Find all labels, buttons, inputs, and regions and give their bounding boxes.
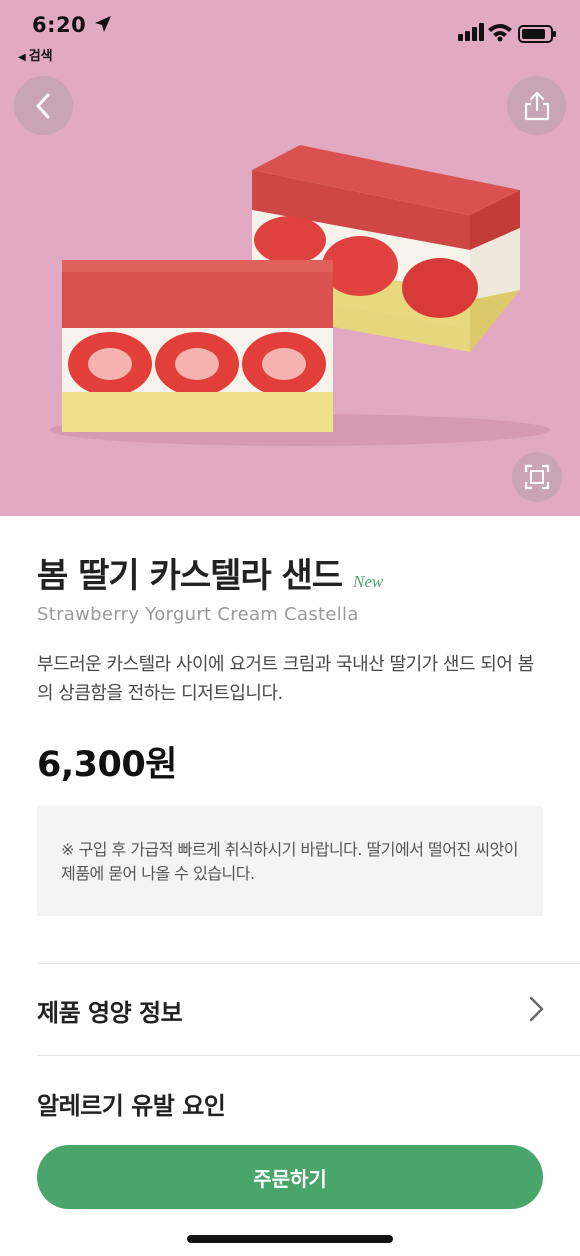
back-triangle-icon: ◀ (18, 52, 26, 63)
divider (37, 1055, 580, 1056)
notice-box: ※ 구입 후 가급적 빠르게 취식하시기 바랍니다. 딸기에서 떨어진 씨앗이 … (37, 806, 543, 916)
location-arrow-icon (95, 16, 111, 32)
share-icon (524, 91, 549, 120)
product-title: 봄 딸기 카스텔라 샌드 (37, 556, 343, 596)
battery-icon (518, 25, 556, 43)
home-indicator (187, 1235, 393, 1243)
status-time: 6:20 (32, 13, 87, 37)
back-button[interactable] (14, 76, 73, 135)
fullscreen-button[interactable] (512, 452, 562, 502)
wifi-icon (488, 24, 512, 42)
order-button[interactable]: 주문하기 (37, 1145, 543, 1209)
notice-text: ※ 구입 후 가급적 빠르게 취식하시기 바랍니다. 딸기에서 떨어진 씨앗이 … (61, 840, 518, 883)
back-search-label: 검색 (28, 49, 53, 64)
share-button[interactable] (507, 76, 566, 135)
product-price: 6,300원 (37, 745, 177, 785)
expand-icon (524, 464, 550, 490)
product-image (50, 145, 550, 446)
product-description: 부드러운 카스텔라 사이에 요거트 크림과 국내산 딸기가 샌드 되어 봄의 상… (37, 654, 534, 704)
product-english-name: Strawberry Yorgurt Cream Castella (37, 604, 359, 625)
chevron-right-icon[interactable] (525, 994, 547, 1024)
cellular-signal-icon (458, 23, 484, 41)
status-bar: 6:20 ◀ 검색 (0, 0, 580, 70)
chevron-left-icon (36, 93, 49, 118)
product-hero: 6:20 ◀ 검색 (0, 0, 580, 516)
new-badge: New (353, 572, 384, 591)
nutrition-info-row[interactable]: 제품 영양 정보 (37, 993, 183, 1028)
product-title-row: 봄 딸기 카스텔라 샌드 New (37, 548, 383, 597)
back-to-search-link[interactable]: ◀ 검색 (18, 45, 53, 64)
allergy-info-row[interactable]: 알레르기 유발 요인 (37, 1086, 226, 1121)
divider (37, 963, 580, 964)
